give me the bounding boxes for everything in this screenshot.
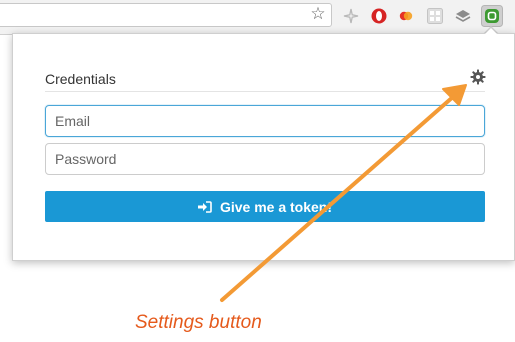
section-divider <box>45 91 485 92</box>
sign-in-icon <box>197 200 212 213</box>
password-field[interactable] <box>45 143 485 175</box>
green-extension-icon[interactable] <box>481 5 503 27</box>
annotation-caption: Settings button <box>135 312 262 333</box>
email-field[interactable] <box>45 105 485 137</box>
popup-notch-fill <box>484 28 498 35</box>
section-title: Credentials <box>45 71 116 87</box>
sparkle-icon[interactable] <box>342 7 360 25</box>
star-icon[interactable]: ☆ <box>308 4 328 24</box>
get-token-button[interactable]: Give me a token! <box>45 191 485 222</box>
opera-icon[interactable] <box>370 7 388 25</box>
screenshot-stage: ☆ Credentials Email Give me a token! Set… <box>0 0 515 342</box>
browser-toolbar: ☆ <box>0 0 515 35</box>
credentials-popup: Credentials Give me a toke <box>12 33 515 261</box>
gear-icon[interactable] <box>470 69 486 85</box>
address-bar[interactable] <box>0 3 332 27</box>
grid-icon[interactable] <box>426 7 444 25</box>
layers-icon[interactable] <box>454 7 472 25</box>
get-token-label: Give me a token! <box>219 198 333 215</box>
mastercard-icon[interactable] <box>397 7 415 25</box>
